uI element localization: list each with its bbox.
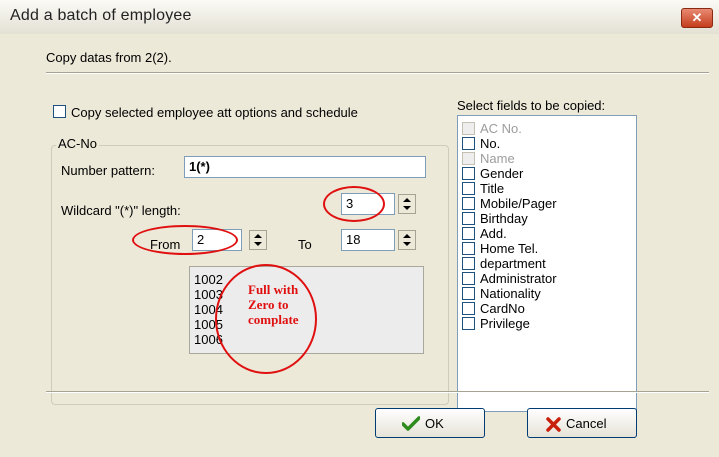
title-bar: Add a batch of employee ✕ [0, 0, 719, 35]
annotation-ellipse-wildcard [323, 186, 385, 222]
field-label: CardNo [480, 301, 525, 316]
field-checkbox[interactable] [462, 242, 475, 255]
cancel-button[interactable]: Cancel [527, 408, 637, 438]
from-spinner[interactable] [249, 230, 267, 250]
field-checkbox[interactable] [462, 182, 475, 195]
field-label: department [480, 256, 546, 271]
wildcard-length-spinner[interactable] [398, 194, 416, 214]
field-label: AC No. [480, 121, 522, 136]
window-frame [0, 34, 10, 457]
field-label: No. [480, 136, 501, 151]
copy-from-text: Copy datas from 2(2). [46, 50, 172, 65]
field-label: Birthday [480, 211, 528, 226]
field-checkbox[interactable] [462, 152, 475, 165]
close-button[interactable]: ✕ [681, 8, 713, 28]
fields-title: Select fields to be copied: [457, 98, 606, 113]
field-label: Privilege [480, 316, 530, 331]
field-label: Administrator [480, 271, 557, 286]
field-checkbox[interactable] [462, 197, 475, 210]
ok-button[interactable]: OK [375, 408, 485, 438]
to-input[interactable]: 18 [341, 229, 395, 251]
field-label: Home Tel. [480, 241, 539, 256]
field-checkbox[interactable] [462, 167, 475, 180]
bottom-separator [46, 391, 709, 393]
cancel-label: Cancel [566, 416, 607, 431]
top-separator [46, 72, 709, 74]
spin-down-icon [403, 242, 411, 246]
list-item: 1002 [194, 272, 223, 287]
to-label: To [298, 237, 312, 252]
field-checkbox[interactable] [462, 287, 475, 300]
annotation-line: Zero to [248, 297, 289, 312]
dialog-body: Copy datas from 2(2). Copy selected empl… [10, 34, 719, 457]
spin-up-icon [403, 234, 411, 238]
field-checkbox[interactable] [462, 272, 475, 285]
wildcard-length-label: Wildcard "(*)" length: [61, 203, 181, 218]
fields-list[interactable]: AC No. No. Name Gender Title Mobile/Page… [457, 115, 637, 412]
field-checkbox[interactable] [462, 257, 475, 270]
acno-group-title: AC-No [56, 136, 100, 151]
spin-down-icon [254, 242, 262, 246]
field-label: Add. [480, 226, 507, 241]
field-label: Mobile/Pager [480, 196, 557, 211]
field-label: Title [480, 181, 505, 196]
field-checkbox[interactable] [462, 317, 475, 330]
copy-att-label: Copy selected employee att options and s… [71, 105, 358, 120]
spin-up-icon [403, 198, 411, 202]
spin-up-icon [254, 234, 262, 238]
annotation-text: Full with Zero to complate [248, 282, 299, 327]
field-label: Name [480, 151, 515, 166]
annotation-line: Full with [248, 282, 299, 297]
annotation-ellipse-from [132, 225, 238, 255]
copy-att-checkbox[interactable] [53, 105, 66, 118]
number-pattern-label: Number pattern: [61, 163, 155, 178]
field-label: Gender [480, 166, 524, 181]
to-spinner[interactable] [398, 230, 416, 250]
field-checkbox[interactable] [462, 302, 475, 315]
spin-down-icon [403, 206, 411, 210]
number-pattern-input[interactable]: 1(*) [184, 156, 426, 178]
x-icon [546, 417, 561, 432]
window-title: Add a batch of employee [10, 7, 192, 24]
field-checkbox[interactable] [462, 122, 475, 135]
field-checkbox[interactable] [462, 137, 475, 150]
field-label: Nationality [480, 286, 541, 301]
annotation-line: complate [248, 312, 299, 327]
ok-label: OK [425, 416, 444, 431]
checkmark-icon [402, 416, 420, 431]
field-checkbox[interactable] [462, 212, 475, 225]
field-checkbox[interactable] [462, 227, 475, 240]
